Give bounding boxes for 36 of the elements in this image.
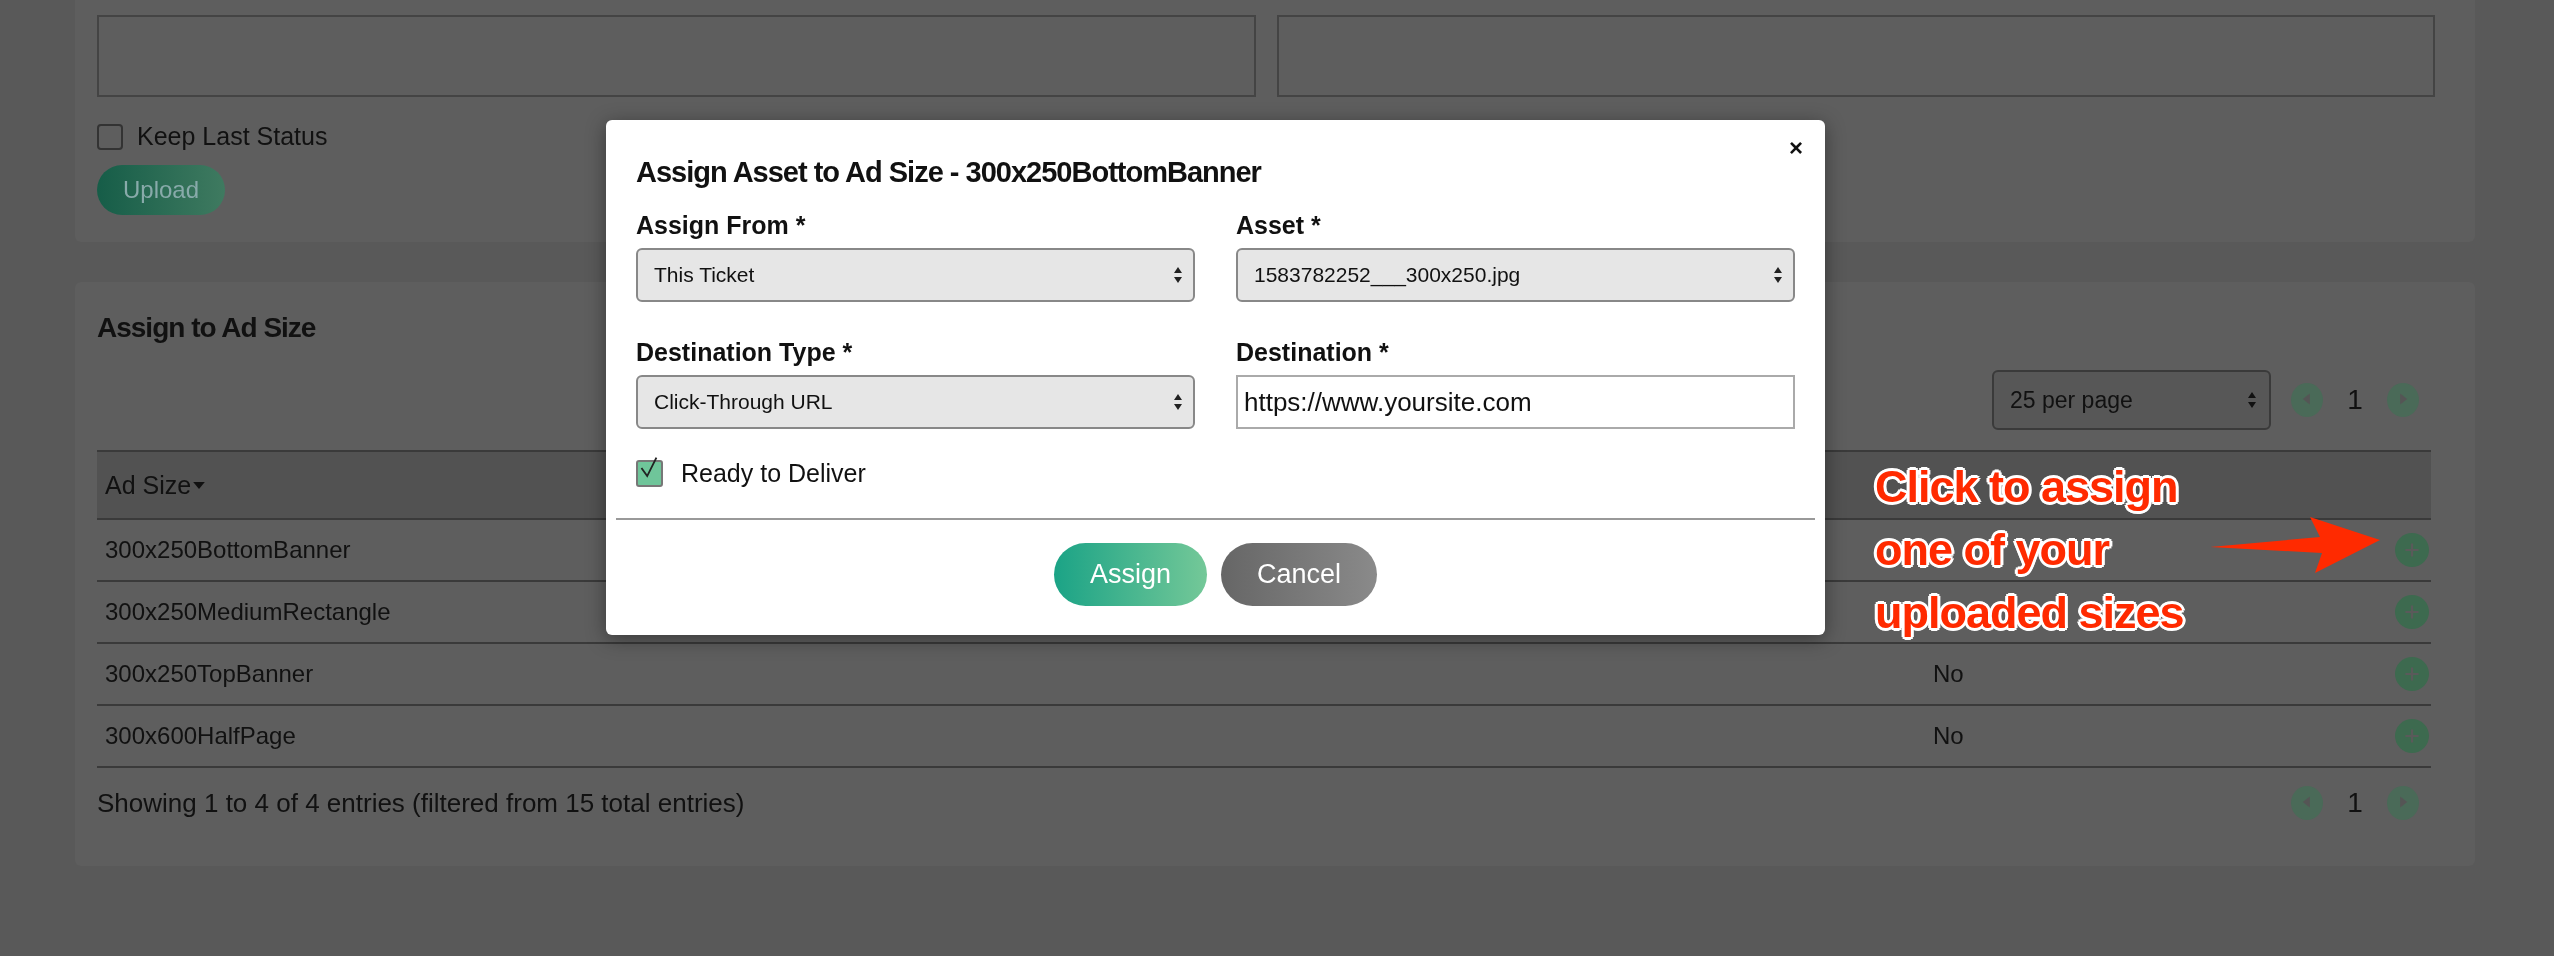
page-number: 1	[2346, 384, 2364, 416]
close-button[interactable]: ×	[1785, 132, 1807, 164]
table-cell: No	[1933, 722, 1964, 750]
table-cell: 300x600HalfPage	[105, 722, 296, 750]
updown-icon	[1173, 393, 1183, 411]
checkbox-label: Keep Last Status	[137, 122, 328, 151]
field-label: Asset *	[1236, 211, 1322, 240]
add-button[interactable]	[2395, 657, 2429, 691]
page-number: 1	[2346, 787, 2364, 819]
entries-info: Showing 1 to 4 of 4 entries (filtered from 15 total entries)	[97, 787, 745, 819]
table-cell: 300x250TopBanner	[105, 660, 314, 688]
add-button[interactable]	[2395, 719, 2429, 753]
updown-icon	[1173, 266, 1183, 284]
field-label: Destination *	[1236, 338, 1390, 367]
note-textarea[interactable]	[1276, 15, 2435, 97]
cancel-button[interactable]: Cancel	[1221, 543, 1378, 606]
checkbox[interactable]	[97, 123, 123, 150]
add-button[interactable]	[2395, 595, 2429, 629]
updown-icon	[2247, 391, 2257, 409]
add-button[interactable]	[2395, 533, 2429, 567]
table-cell: 300x250BottomBanner	[105, 536, 351, 564]
modal-title: Assign Asset to Ad Size - 300x250BottomBanner	[636, 156, 1263, 189]
panel-title: Assign to Ad Size	[97, 312, 316, 344]
select-field[interactable]: 1583782252___300x250.jpg	[1236, 248, 1795, 302]
checkbox[interactable]	[636, 460, 663, 487]
field-label: Assign From *	[636, 211, 807, 240]
table-cell: No	[1933, 660, 1964, 688]
annotation-text: Click to assign one of your uploaded sizes	[1875, 460, 2184, 640]
field-label: Destination Type *	[636, 338, 854, 367]
table-cell: 300x250MediumRectangle	[105, 598, 391, 626]
select-field[interactable]: Click-Through URL	[636, 375, 1195, 429]
input-field[interactable]: https://www.yoursite.com	[1236, 375, 1795, 429]
url-textarea[interactable]	[97, 15, 1256, 97]
select-field[interactable]: This Ticket	[636, 248, 1195, 302]
checkbox-label: Ready to Deliver	[681, 459, 866, 488]
updown-icon	[1773, 266, 1783, 284]
